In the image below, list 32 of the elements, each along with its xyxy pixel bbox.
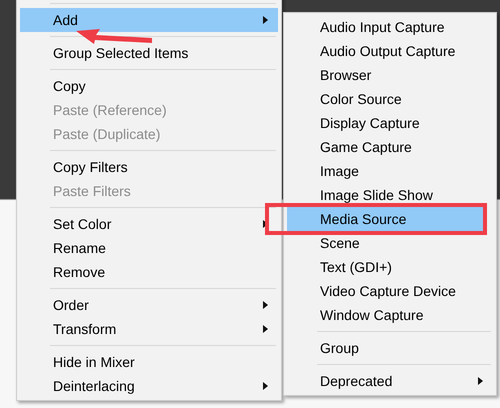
submenu-arrow-icon [263,16,268,24]
menu-item[interactable]: Color Source [287,87,493,111]
menu-item[interactable]: Audio Input Capture [287,15,493,39]
menu-item[interactable]: Copy Filters [20,155,278,179]
menu-item[interactable]: Browser [287,63,493,87]
submenu-arrow-icon [263,220,268,228]
menu-item[interactable]: Group [287,336,493,360]
menu-item[interactable]: Hide in Mixer [20,350,278,374]
menu-item[interactable]: Video Capture Device [287,279,493,303]
menu-item[interactable]: Media Source [287,207,483,231]
menu-item[interactable]: Copy [20,74,278,98]
menu-item[interactable]: Rename [20,236,278,260]
menu-item[interactable]: Add [20,8,278,32]
menu-item[interactable]: Scene [287,231,493,255]
menu-item[interactable]: Group Selected Items [20,41,278,65]
menu-item[interactable]: Image Slide Show [287,183,493,207]
menu-item[interactable]: Game Capture [287,135,493,159]
menu-item[interactable]: Audio Output Capture [287,39,493,63]
menu-item[interactable]: Text (GDI+) [287,255,493,279]
menu-item[interactable]: Remove [20,260,278,284]
submenu-arrow-icon [478,377,483,385]
menu-item[interactable]: Order [20,293,278,317]
menu-item[interactable]: Transform [20,317,278,341]
menu-item[interactable]: Deinterlacing [20,374,278,398]
menu-item[interactable]: Window Capture [287,303,493,327]
submenu-arrow-icon [263,325,268,333]
submenu-arrow-icon [263,301,268,309]
menu-item[interactable]: Set Color [20,212,278,236]
menu-item[interactable]: Image [287,159,493,183]
menu-item[interactable]: Display Capture [287,111,493,135]
menu-item[interactable]: Deprecated [287,369,493,393]
submenu-arrow-icon [263,382,268,390]
